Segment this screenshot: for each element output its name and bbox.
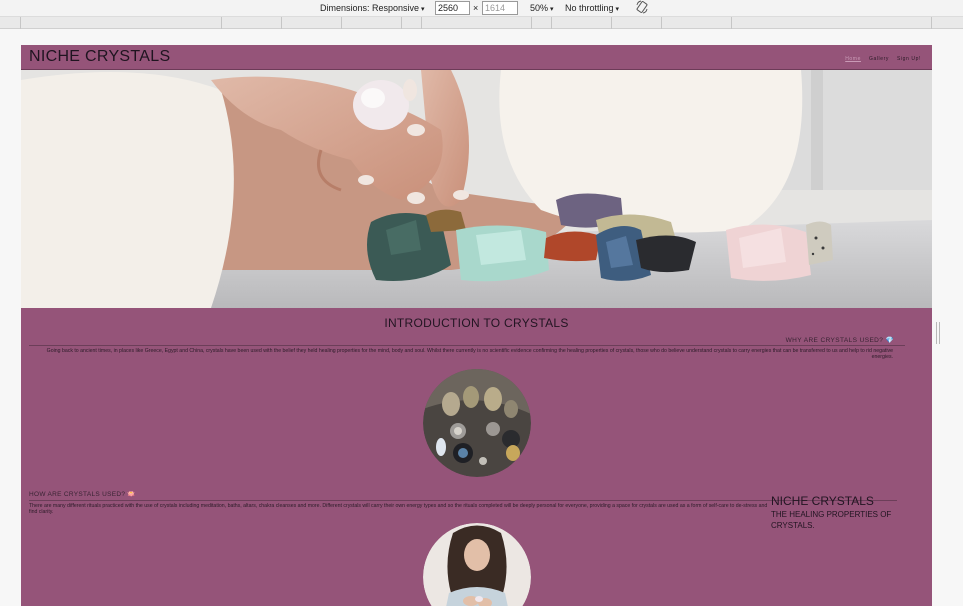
- throttling-dropdown[interactable]: No throttling ▾: [565, 3, 619, 13]
- why-paragraph: Going back to ancient times, in places l…: [46, 348, 893, 360]
- dimension-separator: ×: [473, 3, 479, 13]
- divider: [29, 345, 905, 346]
- rotate-icon[interactable]: [636, 0, 648, 14]
- dimensions-dropdown[interactable]: Dimensions: Responsive ▾: [320, 3, 425, 13]
- nav-gallery[interactable]: Gallery: [869, 56, 889, 62]
- site-nav: Home Gallery Sign Up!: [839, 56, 921, 62]
- how-paragraph: There are many different rituals practic…: [29, 503, 768, 515]
- nav-sign-up[interactable]: Sign Up!: [897, 56, 921, 62]
- chevron-down-icon: ▾: [615, 6, 620, 13]
- resize-handle[interactable]: [936, 322, 940, 344]
- why-heading: WHY ARE CRYSTALS USED? 💎: [785, 337, 894, 344]
- chevron-down-icon: ▾: [550, 6, 554, 13]
- height-input[interactable]: 1614: [482, 1, 518, 15]
- altar-image: [423, 369, 531, 477]
- chevron-down-icon: ▾: [421, 6, 425, 13]
- side-title: NICHE CRYSTALS: [771, 494, 874, 508]
- throttling-label: No throttling: [565, 3, 614, 13]
- site-logo[interactable]: NICHE CRYSTALS: [29, 48, 170, 66]
- hero-image: [21, 70, 932, 308]
- woman-crystal-image: [423, 523, 531, 606]
- width-input[interactable]: 2560: [435, 1, 470, 15]
- media-query-ruler[interactable]: [0, 17, 963, 29]
- divider: [29, 500, 897, 501]
- dimensions-label: Dimensions: Responsive: [320, 3, 420, 13]
- side-subtitle: THE HEALING PROPERTIES OF CRYSTALS.: [771, 510, 892, 530]
- zoom-label: 50%: [530, 3, 549, 13]
- how-heading: HOW ARE CRYSTALS USED? 🪷: [29, 491, 136, 498]
- devtools-toolbar: Dimensions: Responsive ▾ 2560 × 1614 50% ▾…: [0, 0, 963, 17]
- nav-home[interactable]: Home: [845, 56, 861, 62]
- website-viewport: NICHE CRYSTALS Home Gallery Sign Up! INT…: [21, 45, 932, 606]
- section-title: INTRODUCTION TO CRYSTALS: [384, 316, 569, 330]
- zoom-dropdown[interactable]: 50% ▾: [530, 3, 554, 13]
- site-header: NICHE CRYSTALS Home Gallery Sign Up!: [21, 45, 932, 70]
